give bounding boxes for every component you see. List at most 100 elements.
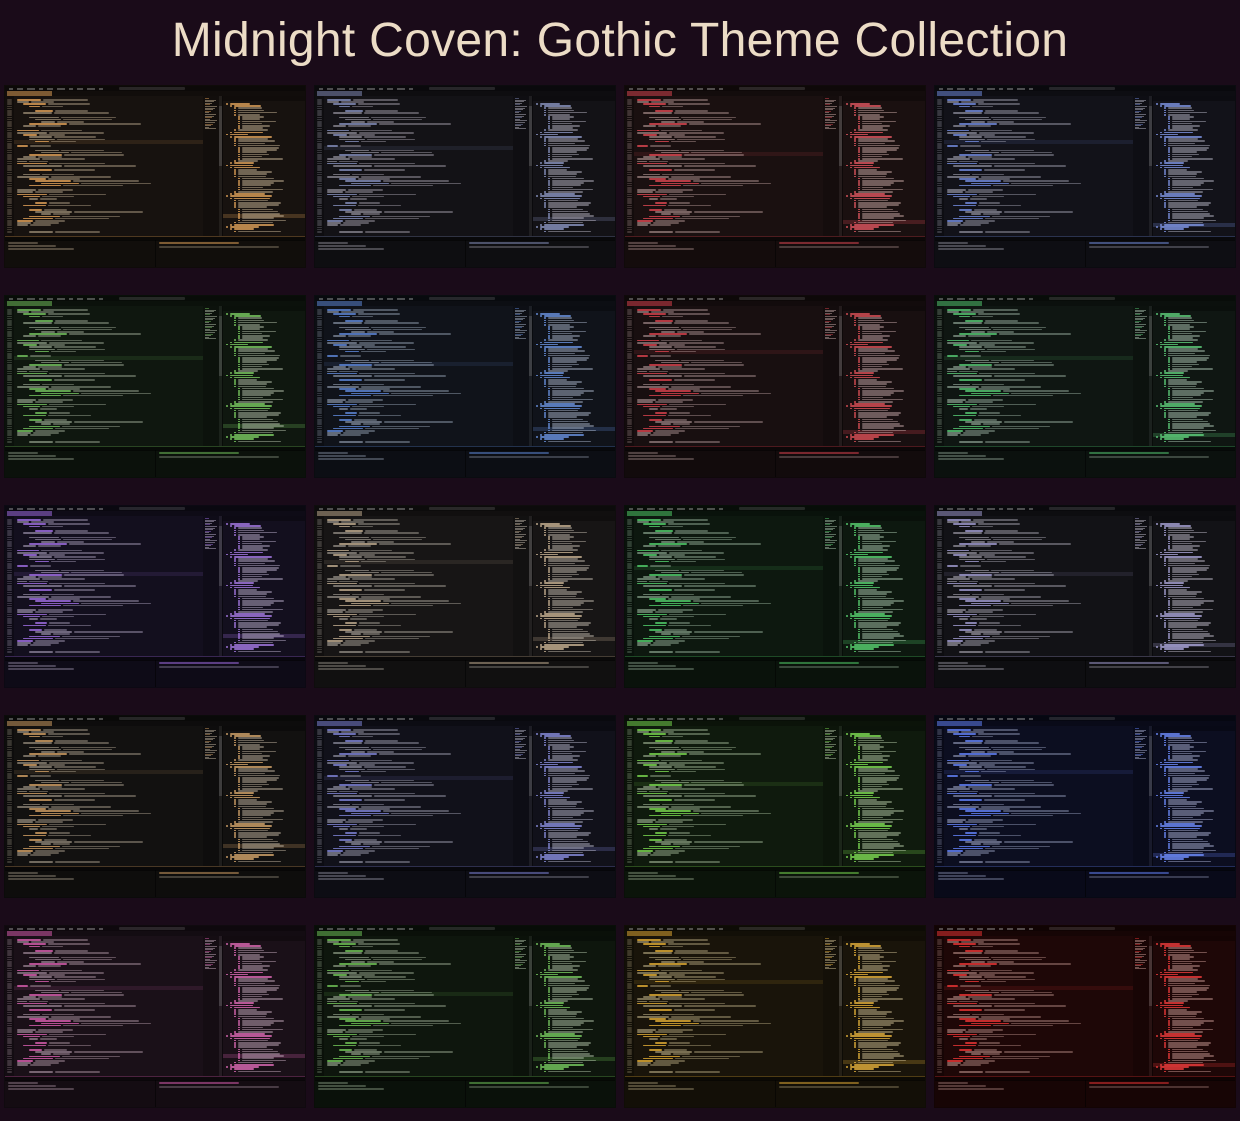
code-token	[693, 841, 763, 843]
line-number	[937, 434, 942, 436]
window-title	[119, 717, 185, 720]
file-name	[234, 438, 254, 440]
code-token	[339, 589, 362, 591]
file-icon	[1168, 361, 1170, 363]
panel-text	[159, 872, 239, 874]
line-number	[317, 337, 322, 340]
line-number	[627, 536, 632, 539]
bottom-panel	[625, 240, 925, 267]
line-number	[7, 790, 12, 793]
file-name	[242, 849, 286, 852]
menu-item	[77, 507, 83, 510]
file-name	[552, 361, 577, 363]
code-token	[29, 231, 54, 233]
window-title	[739, 297, 805, 300]
code-token	[339, 116, 369, 119]
file-icon	[1168, 540, 1170, 543]
line-number	[7, 171, 12, 174]
bottom-panel	[5, 240, 305, 267]
line-number	[7, 381, 12, 384]
line-number	[937, 523, 942, 525]
code-token	[327, 611, 343, 613]
file-name	[548, 529, 574, 532]
file-icon	[854, 416, 856, 418]
code-token	[29, 814, 62, 817]
code-token	[35, 622, 47, 624]
menu-item	[319, 507, 323, 510]
file-icon	[230, 761, 232, 764]
code-token	[649, 425, 681, 428]
line-number	[937, 392, 942, 395]
code-token	[953, 165, 992, 167]
file-icon	[1164, 527, 1166, 529]
line-number	[317, 158, 322, 160]
line-number	[7, 337, 12, 340]
line-number	[627, 757, 632, 760]
file-icon	[1160, 136, 1162, 138]
file-icon	[846, 313, 848, 315]
file-icon	[548, 849, 550, 852]
minimap	[203, 726, 219, 866]
file-tree	[842, 96, 925, 236]
line-number	[7, 315, 12, 318]
line-number	[317, 545, 322, 547]
file-icon	[226, 195, 228, 197]
line-number	[317, 812, 322, 815]
code-token	[654, 611, 684, 613]
bottom-panel	[5, 450, 305, 477]
code-token	[959, 580, 979, 583]
code-token	[959, 184, 992, 187]
file-name	[242, 184, 271, 186]
code-token	[382, 390, 450, 392]
file-icon	[854, 206, 856, 208]
code-token	[649, 768, 675, 771]
file-name	[242, 186, 264, 189]
file-icon	[234, 803, 236, 805]
code-token	[650, 145, 672, 147]
panel-text	[318, 875, 366, 877]
line-number	[627, 412, 632, 414]
window-title	[119, 507, 185, 510]
file-icon	[1164, 140, 1166, 142]
file-name	[1168, 175, 1196, 178]
file-name	[862, 748, 881, 750]
file-name	[862, 639, 906, 642]
file-icon	[1160, 407, 1162, 410]
theme-screenshot	[624, 85, 926, 268]
code-token	[972, 315, 994, 318]
code-token	[1010, 182, 1082, 185]
file-icon	[846, 374, 848, 377]
code-token	[650, 565, 672, 567]
line-number	[627, 744, 632, 746]
menu-item	[319, 297, 323, 300]
code-token	[383, 421, 453, 423]
line-number	[7, 556, 12, 558]
file-name	[862, 217, 895, 219]
code-token	[700, 812, 772, 815]
code-token	[49, 823, 106, 826]
menu-item	[349, 87, 353, 90]
menu-item	[99, 297, 103, 300]
file-name	[1164, 407, 1200, 410]
code-token	[370, 326, 427, 329]
file-icon	[536, 195, 538, 197]
code-token	[960, 644, 982, 646]
code-token	[960, 565, 982, 567]
code-token	[643, 624, 667, 627]
menu-item	[667, 507, 673, 510]
file-name	[230, 794, 253, 797]
file-icon	[548, 604, 550, 606]
line-number	[317, 136, 322, 138]
file-icon	[1156, 584, 1158, 587]
code-token	[978, 414, 1022, 417]
code-token	[683, 394, 744, 397]
code-token	[42, 315, 64, 318]
code-token	[959, 408, 968, 410]
code-token	[649, 558, 675, 561]
code-token	[637, 821, 653, 823]
file-icon	[858, 363, 860, 366]
file-icon	[536, 825, 538, 827]
line-number	[317, 359, 322, 362]
code-token	[17, 403, 48, 406]
code-token	[63, 165, 136, 167]
